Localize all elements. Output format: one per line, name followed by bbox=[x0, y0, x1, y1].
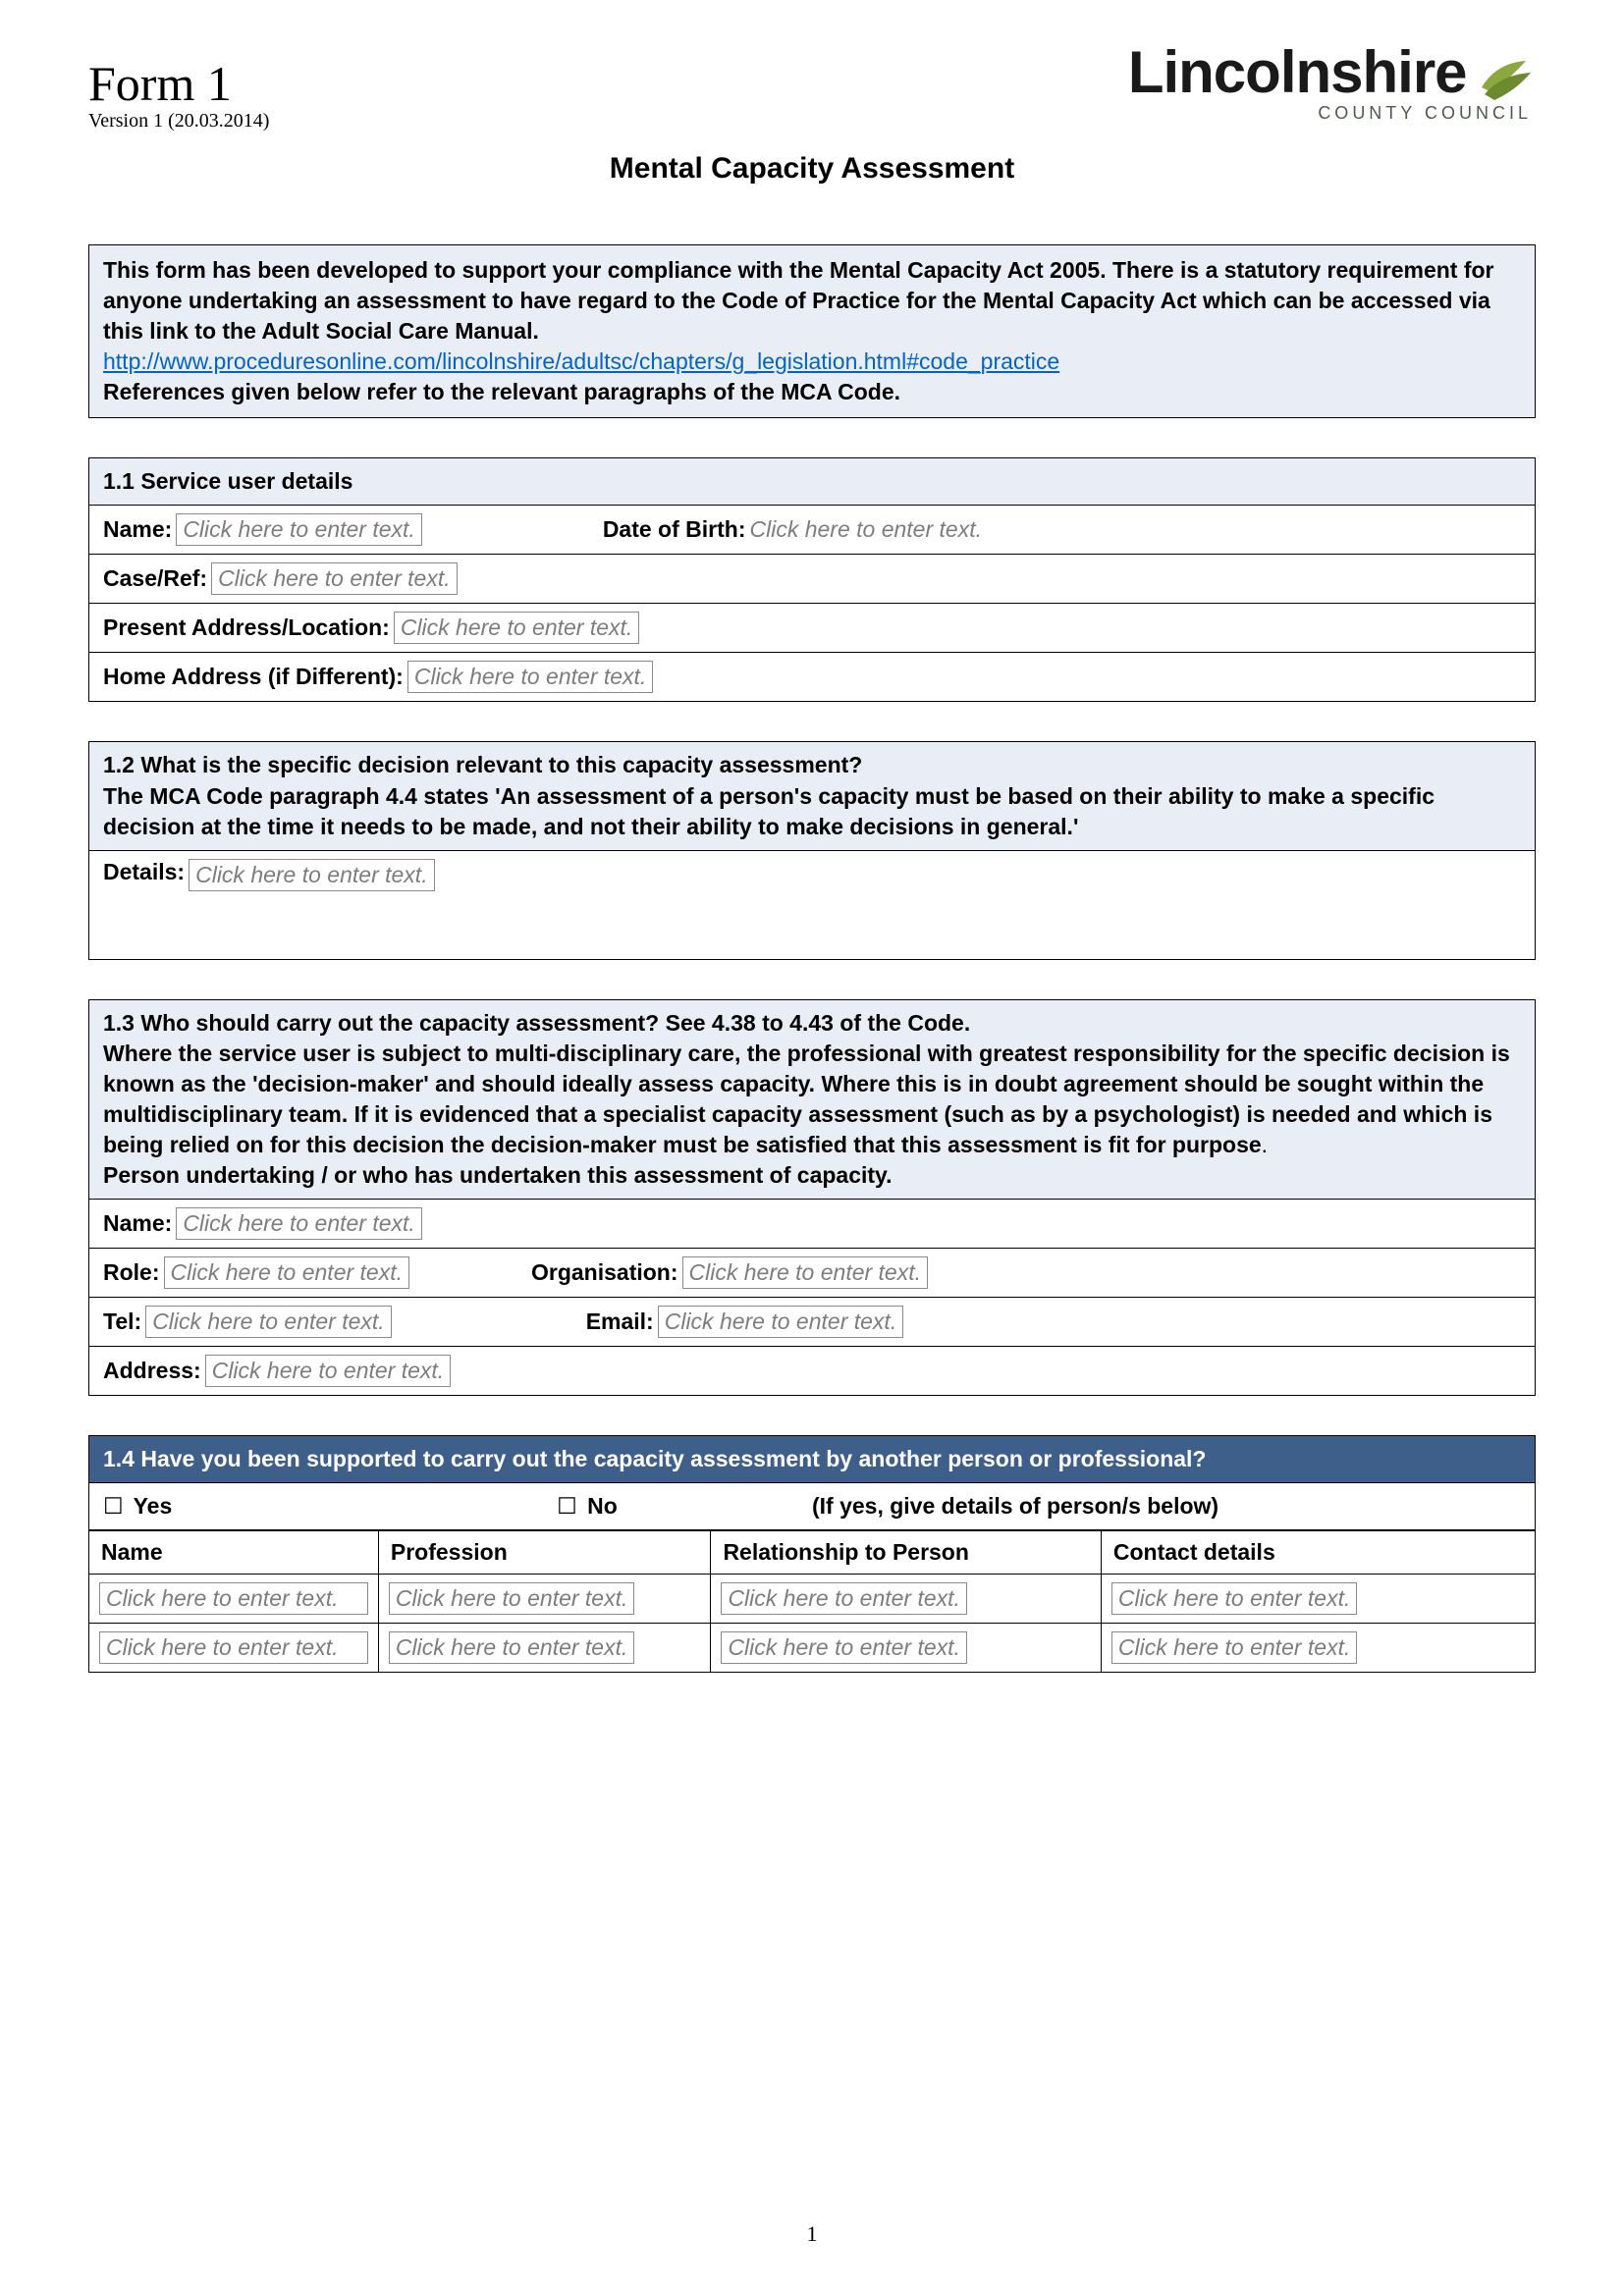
section-1-4-heading: 1.4 Have you been supported to carry out… bbox=[89, 1436, 1535, 1483]
support-name-input[interactable]: Click here to enter text. bbox=[99, 1631, 368, 1664]
support-table: Name Profession Relationship to Person C… bbox=[89, 1530, 1535, 1672]
version-text: Version 1 (20.03.2014) bbox=[88, 110, 269, 133]
section-1-3: 1.3 Who should carry out the capacity as… bbox=[88, 999, 1536, 1396]
support-profession-input[interactable]: Click here to enter text. bbox=[389, 1582, 635, 1615]
details-label: Details: bbox=[103, 859, 185, 885]
logo: Lincolnshire COUNTY COUNCIL bbox=[1128, 49, 1536, 120]
email-label: Email: bbox=[586, 1308, 654, 1335]
logo-word: Lincolnshire bbox=[1128, 39, 1467, 105]
yes-hint: (If yes, give details of person/s below) bbox=[812, 1493, 1521, 1520]
home-address-label: Home Address (if Different): bbox=[103, 664, 404, 690]
section-1-4: 1.4 Have you been supported to carry out… bbox=[88, 1435, 1536, 1673]
support-profession-input[interactable]: Click here to enter text. bbox=[389, 1631, 635, 1664]
section-1-2-body: The MCA Code paragraph 4.4 states 'An as… bbox=[103, 781, 1521, 842]
page-title: Mental Capacity Assessment bbox=[88, 152, 1536, 186]
section-1-1-heading: 1.1 Service user details bbox=[89, 458, 1535, 506]
logo-subtitle: COUNTY COUNCIL bbox=[1128, 106, 1532, 120]
tel-input[interactable]: Click here to enter text. bbox=[145, 1306, 392, 1338]
present-address-label: Present Address/Location: bbox=[103, 614, 390, 641]
present-address-input[interactable]: Click here to enter text. bbox=[394, 612, 640, 644]
code-practice-link[interactable]: http://www.proceduresonline.com/lincolns… bbox=[103, 348, 1059, 374]
form-number: Form 1 bbox=[88, 59, 269, 108]
table-row: Click here to enter text. Click here to … bbox=[89, 1624, 1535, 1673]
role-input[interactable]: Click here to enter text. bbox=[164, 1256, 410, 1289]
intro-paragraph-2: References given below refer to the rele… bbox=[103, 379, 900, 404]
no-checkbox[interactable]: ☐ bbox=[557, 1493, 577, 1519]
form-header: Form 1 Version 1 (20.03.2014) bbox=[88, 59, 269, 133]
support-contact-input[interactable]: Click here to enter text. bbox=[1111, 1582, 1358, 1615]
support-contact-input[interactable]: Click here to enter text. bbox=[1111, 1631, 1358, 1664]
intro-paragraph-1: This form has been developed to support … bbox=[103, 257, 1494, 344]
assessor-name-label: Name: bbox=[103, 1210, 172, 1237]
no-label: No bbox=[587, 1493, 618, 1519]
table-row: Click here to enter text. Click here to … bbox=[89, 1575, 1535, 1624]
case-ref-label: Case/Ref: bbox=[103, 565, 207, 592]
dob-input[interactable]: Click here to enter text. bbox=[749, 516, 982, 543]
tel-label: Tel: bbox=[103, 1308, 141, 1335]
home-address-input[interactable]: Click here to enter text. bbox=[407, 661, 654, 693]
assessor-address-input[interactable]: Click here to enter text. bbox=[205, 1355, 452, 1387]
section-1-2-heading: 1.2 What is the specific decision releva… bbox=[103, 750, 1521, 780]
leaf-icon bbox=[1477, 53, 1536, 102]
support-relationship-input[interactable]: Click here to enter text. bbox=[721, 1631, 967, 1664]
email-input[interactable]: Click here to enter text. bbox=[658, 1306, 904, 1338]
support-relationship-input[interactable]: Click here to enter text. bbox=[721, 1582, 967, 1615]
col-profession: Profession bbox=[378, 1531, 711, 1575]
section-1-3-heading: 1.3 Who should carry out the capacity as… bbox=[103, 1008, 1521, 1039]
organisation-input[interactable]: Click here to enter text. bbox=[682, 1256, 929, 1289]
dob-label: Date of Birth: bbox=[603, 516, 746, 543]
assessor-name-input[interactable]: Click here to enter text. bbox=[176, 1207, 422, 1240]
intro-box: This form has been developed to support … bbox=[88, 244, 1536, 418]
yes-label: Yes bbox=[134, 1493, 173, 1519]
col-contact: Contact details bbox=[1101, 1531, 1535, 1575]
role-label: Role: bbox=[103, 1259, 160, 1286]
support-name-input[interactable]: Click here to enter text. bbox=[99, 1582, 368, 1615]
name-input[interactable]: Click here to enter text. bbox=[176, 513, 422, 546]
name-label: Name: bbox=[103, 516, 172, 543]
organisation-label: Organisation: bbox=[531, 1259, 678, 1286]
section-1-3-body1: Where the service user is subject to mul… bbox=[103, 1041, 1510, 1157]
section-1-3-body2: Person undertaking / or who has undertak… bbox=[103, 1160, 1521, 1191]
col-name: Name bbox=[89, 1531, 378, 1575]
details-input[interactable]: Click here to enter text. bbox=[189, 859, 435, 891]
section-1-2: 1.2 What is the specific decision releva… bbox=[88, 741, 1536, 959]
assessor-address-label: Address: bbox=[103, 1358, 201, 1384]
yes-checkbox[interactable]: ☐ bbox=[103, 1493, 124, 1519]
col-relationship: Relationship to Person bbox=[711, 1531, 1101, 1575]
section-1-1: 1.1 Service user details Name: Click her… bbox=[88, 457, 1536, 702]
page-number: 1 bbox=[0, 2221, 1624, 2247]
case-ref-input[interactable]: Click here to enter text. bbox=[211, 562, 458, 595]
